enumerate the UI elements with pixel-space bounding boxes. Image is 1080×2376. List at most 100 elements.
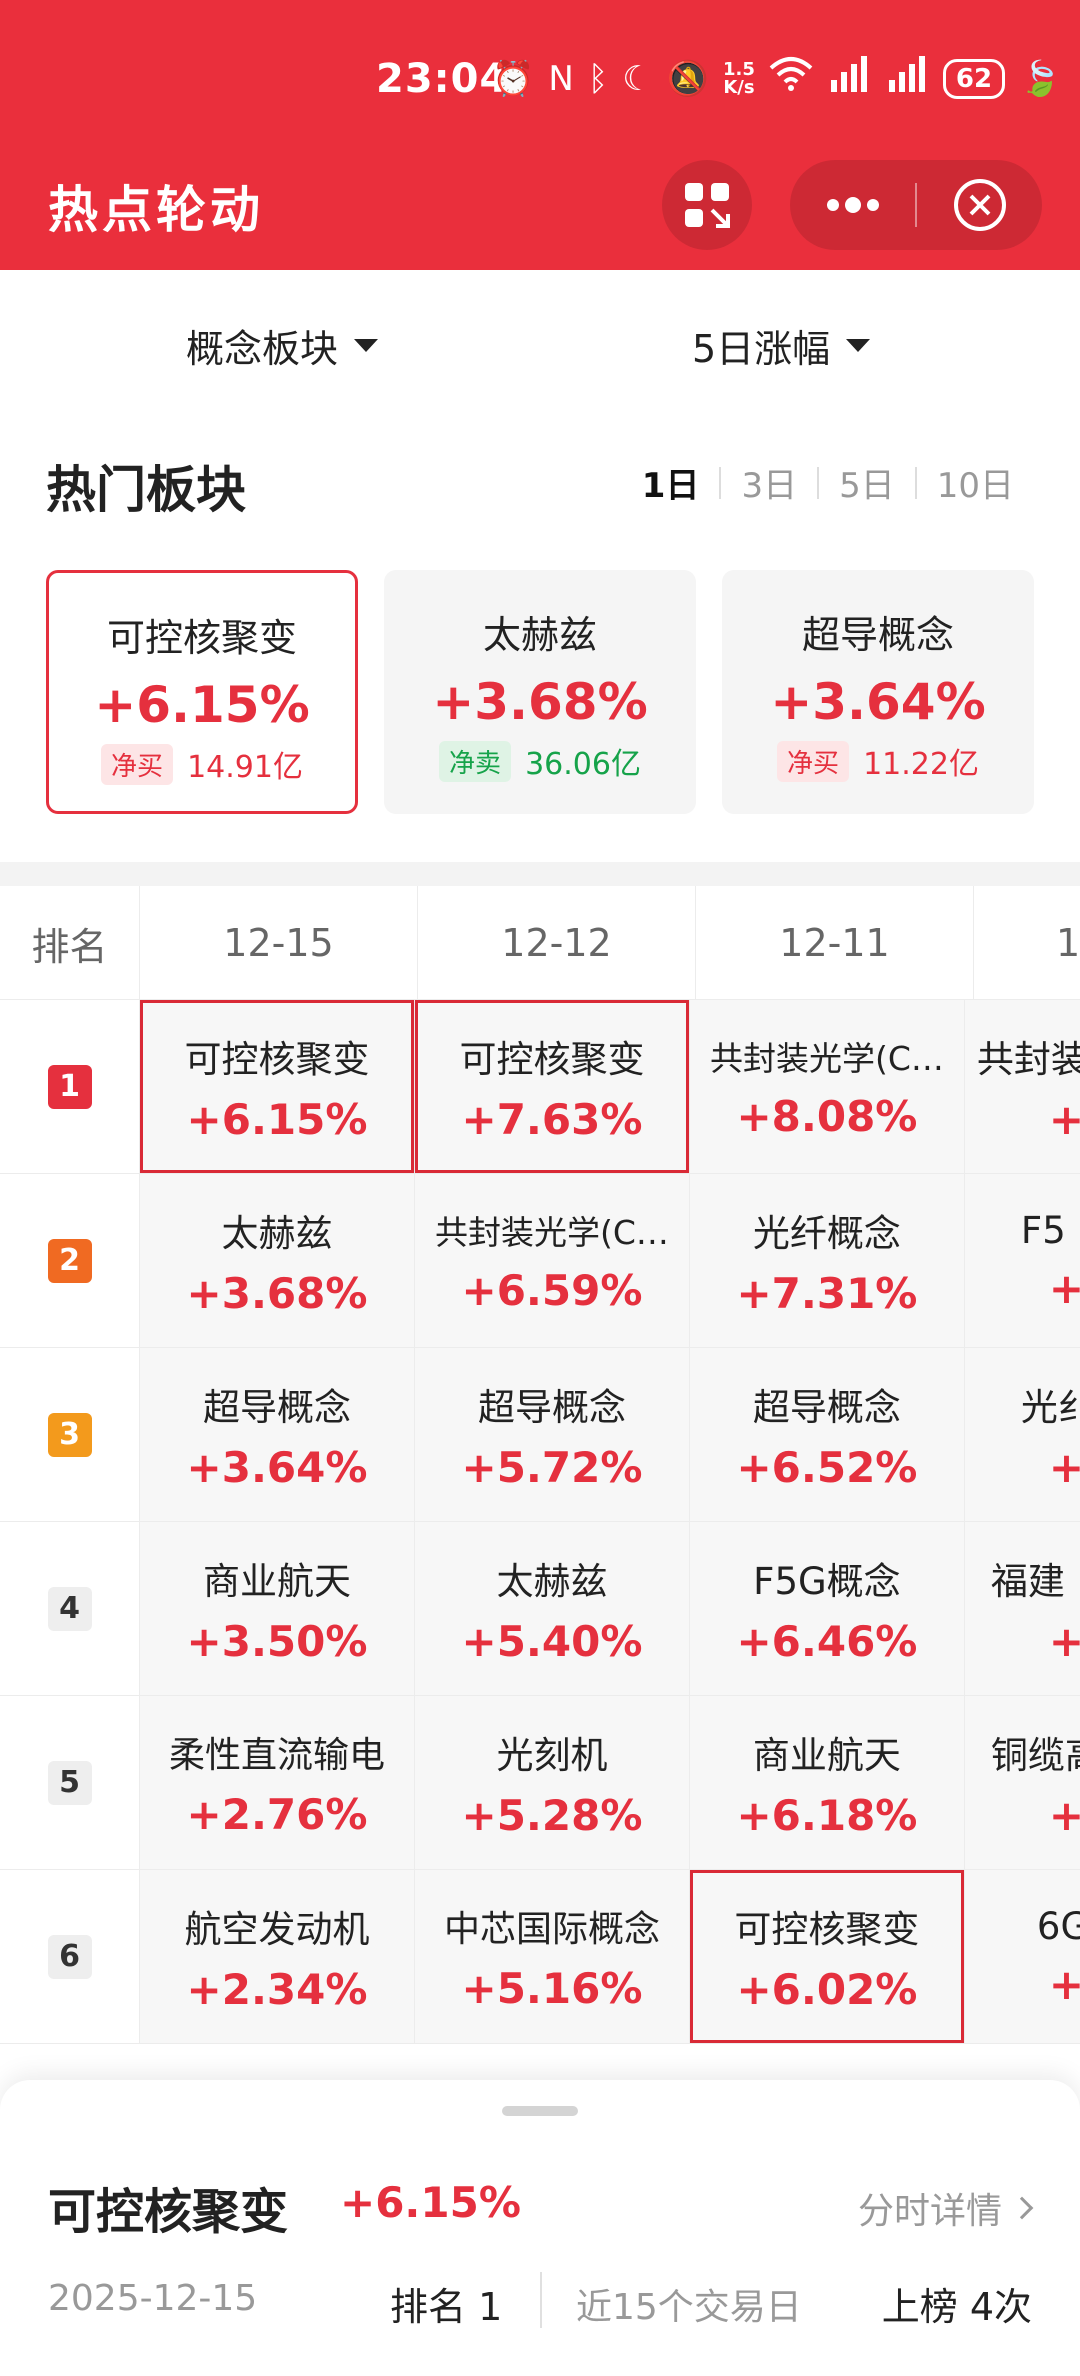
grid-cell[interactable]: 铜缆高 +7 — [964, 1696, 1080, 1870]
flow-amount: 11.22亿 — [863, 747, 979, 782]
grid-cell[interactable]: 共封装光学(C… +6.59% — [414, 1174, 690, 1348]
grid-cell[interactable]: 可控核聚变 +6.15% — [140, 1000, 415, 1174]
cell-change: +8.08% — [736, 1092, 918, 1141]
sector-name: 超导概念 — [801, 613, 954, 657]
cell-sector-name: 福建 — [990, 1560, 1065, 1603]
rotation-grid[interactable]: 排名 12-15 12-12 12-11 1 1 2 3 4 5 6 可控核聚变… — [0, 886, 1080, 2076]
cell-change: +5.72% — [461, 1443, 643, 1492]
network-speed: 1.5 K/s — [723, 58, 755, 98]
rank-badge: 5 — [47, 1760, 92, 1805]
cell-change: +6.52% — [736, 1443, 918, 1492]
close-button[interactable] — [917, 160, 1042, 250]
detail-rank: 排名 1 — [390, 2285, 503, 2329]
rank-cell: 5 — [0, 1696, 140, 1870]
cell-sector-name: 商业航天 — [202, 1560, 351, 1603]
grid-cell[interactable]: 光刻机 +5.28% — [414, 1696, 690, 1870]
cell-change: +7.31% — [736, 1269, 918, 1318]
rank-cell: 4 — [0, 1522, 140, 1696]
cell-change: +6.46% — [736, 1617, 918, 1666]
cell-sector-name: 光纤概念 — [752, 1212, 901, 1255]
grid-cell[interactable]: 超导概念 +3.64% — [140, 1348, 415, 1522]
detail-change: +6.15% — [340, 2178, 521, 2227]
cell-change: +8 — [977, 1443, 1080, 1492]
grid-cell[interactable]: 福建 +8 — [964, 1522, 1080, 1696]
cell-change: +3.64% — [186, 1443, 368, 1492]
grid-cell[interactable]: 光纟 +8 — [964, 1348, 1080, 1522]
sector-card[interactable]: 超导概念 +3.64% 净买 11.22亿 — [722, 570, 1034, 814]
sector-name: 可控核聚变 — [106, 616, 297, 660]
tab-10d[interactable]: 10日 — [917, 458, 1034, 507]
detail-list-count: 上榜 4次 — [881, 2285, 1032, 2329]
detail-sheet: 可控核聚变 +6.15% 分时详情 2025-12-15 排名 1 近15个交易… — [0, 2080, 1080, 2376]
rank-badge: 3 — [47, 1412, 92, 1457]
grid-cell[interactable]: 中芯国际概念 +5.16% — [414, 1870, 690, 2044]
section-divider — [0, 862, 1080, 886]
grid-cell[interactable]: 太赫兹 +3.68% — [140, 1174, 415, 1348]
grid-row: 超导概念 +3.64% 超导概念 +5.72% 超导概念 +6.52% 光纟 +8 — [140, 1348, 1080, 1522]
grid-cell[interactable]: F5G概念 +6.46% — [689, 1522, 965, 1696]
cell-change: +6.18% — [736, 1791, 918, 1840]
sector-type-dropdown[interactable]: 概念板块 — [186, 318, 379, 373]
cell-change: +6.15% — [186, 1095, 368, 1144]
cell-change: +6.02% — [736, 1965, 918, 2014]
cell-sector-name: 太赫兹 — [221, 1212, 333, 1255]
cell-sector-name: 光刻机 — [496, 1734, 608, 1777]
more-button[interactable] — [790, 160, 915, 250]
moon-icon: ☾ — [622, 58, 653, 99]
grid-row: 航空发动机+2.34% 中芯国际概念+5.16% 可控核聚变+6.02% 6G+… — [140, 1870, 1080, 2044]
cell-change: +3.68% — [186, 1269, 368, 1318]
cell-sector-name: 中芯国际概念 — [443, 1909, 660, 1950]
cell-sector-name: 航空发动机 — [184, 1908, 370, 1951]
grid-cell[interactable]: 柔性直流输电 +2.76% — [140, 1696, 415, 1870]
cell-change: +6.59% — [461, 1266, 643, 1315]
date-header: 1 — [974, 886, 1080, 1000]
grid-cell[interactable]: F5+9 — [964, 1174, 1080, 1348]
grid-cell[interactable]: 商业航天 +3.50% — [140, 1522, 415, 1696]
mute-icon: 🔕 — [666, 58, 710, 99]
detail-divider — [540, 2272, 542, 2328]
more-dots-icon — [826, 197, 879, 213]
grid-cell[interactable]: 共封装光学(C… +8.08% — [689, 1000, 965, 1174]
tab-3d[interactable]: 3日 — [721, 458, 817, 507]
grid-row: 太赫兹 +3.68% 共封装光学(C…+6.59% 光纤概念 +7.31% F5+9 — [140, 1174, 1080, 1348]
sector-card[interactable]: 太赫兹 +3.68% 净卖 36.06亿 — [384, 570, 696, 814]
date-header: 12-11 — [696, 886, 974, 1000]
signal-icon-2 — [885, 56, 929, 101]
cell-sector-name: 商业航天 — [752, 1734, 901, 1777]
date-header: 12-12 — [418, 886, 696, 1000]
cell-sector-name: 超导概念 — [202, 1386, 351, 1429]
cell-change: +8 — [977, 1617, 1080, 1666]
intraday-detail-link[interactable]: 分时详情 — [858, 2182, 1034, 2234]
capsule-menu — [790, 160, 1042, 250]
grid-cell[interactable]: 6G+6 — [964, 1870, 1080, 2044]
detail-sector-name: 可控核聚变 — [48, 2184, 289, 2240]
cell-sector-name: 超导概念 — [752, 1386, 901, 1429]
cell-sector-name: 可控核聚变 — [459, 1038, 645, 1081]
grid-row: 商业航天 +3.50% 太赫兹 +5.40% F5G概念 +6.46% 福建 +8 — [140, 1522, 1080, 1696]
status-icons: ⏰ N ᛒ ☾ 🔕 1.5 K/s 62 🍃 — [492, 56, 1061, 101]
grid-cell[interactable]: 太赫兹 +5.40% — [414, 1522, 690, 1696]
rank-badge: 1 — [47, 1064, 92, 1109]
grid-cell[interactable]: 共封装 +9 — [964, 1000, 1080, 1174]
mini-program-button[interactable] — [662, 160, 752, 250]
tab-5d[interactable]: 5日 — [819, 458, 915, 507]
rank-cell: 6 — [0, 1870, 140, 2044]
close-icon — [953, 179, 1006, 231]
grid-cell[interactable]: 航空发动机 +2.34% — [140, 1870, 415, 2044]
cell-sector-name: 超导概念 — [477, 1386, 626, 1429]
cell-sector-name: 可控核聚变 — [184, 1038, 370, 1081]
grid-row: 可控核聚变 +6.15% 可控核聚变 +7.63% 共封装光学(C… +8.08% 共… — [140, 1000, 1080, 1174]
grid-cell[interactable]: 商业航天 +6.18% — [689, 1696, 965, 1870]
sector-card[interactable]: 可控核聚变 +6.15% 净买 14.91亿 — [46, 570, 358, 814]
grid-cell[interactable]: 超导概念 +5.72% — [414, 1348, 690, 1522]
grid-cell[interactable]: 光纤概念 +7.31% — [689, 1174, 965, 1348]
rank-badge: 4 — [47, 1586, 92, 1631]
grid-cell[interactable]: 可控核聚变 +7.63% — [414, 1000, 690, 1174]
tab-1d[interactable]: 1日 — [622, 458, 720, 507]
cell-change: +3.50% — [186, 1617, 368, 1666]
grid-cell[interactable]: 超导概念 +6.52% — [689, 1348, 965, 1522]
grid-cell[interactable]: 可控核聚变 +6.02% — [689, 1870, 965, 2044]
nfc-icon: N — [548, 58, 574, 99]
range-dropdown[interactable]: 5日涨幅 — [692, 318, 871, 373]
drag-handle[interactable] — [502, 2106, 578, 2116]
